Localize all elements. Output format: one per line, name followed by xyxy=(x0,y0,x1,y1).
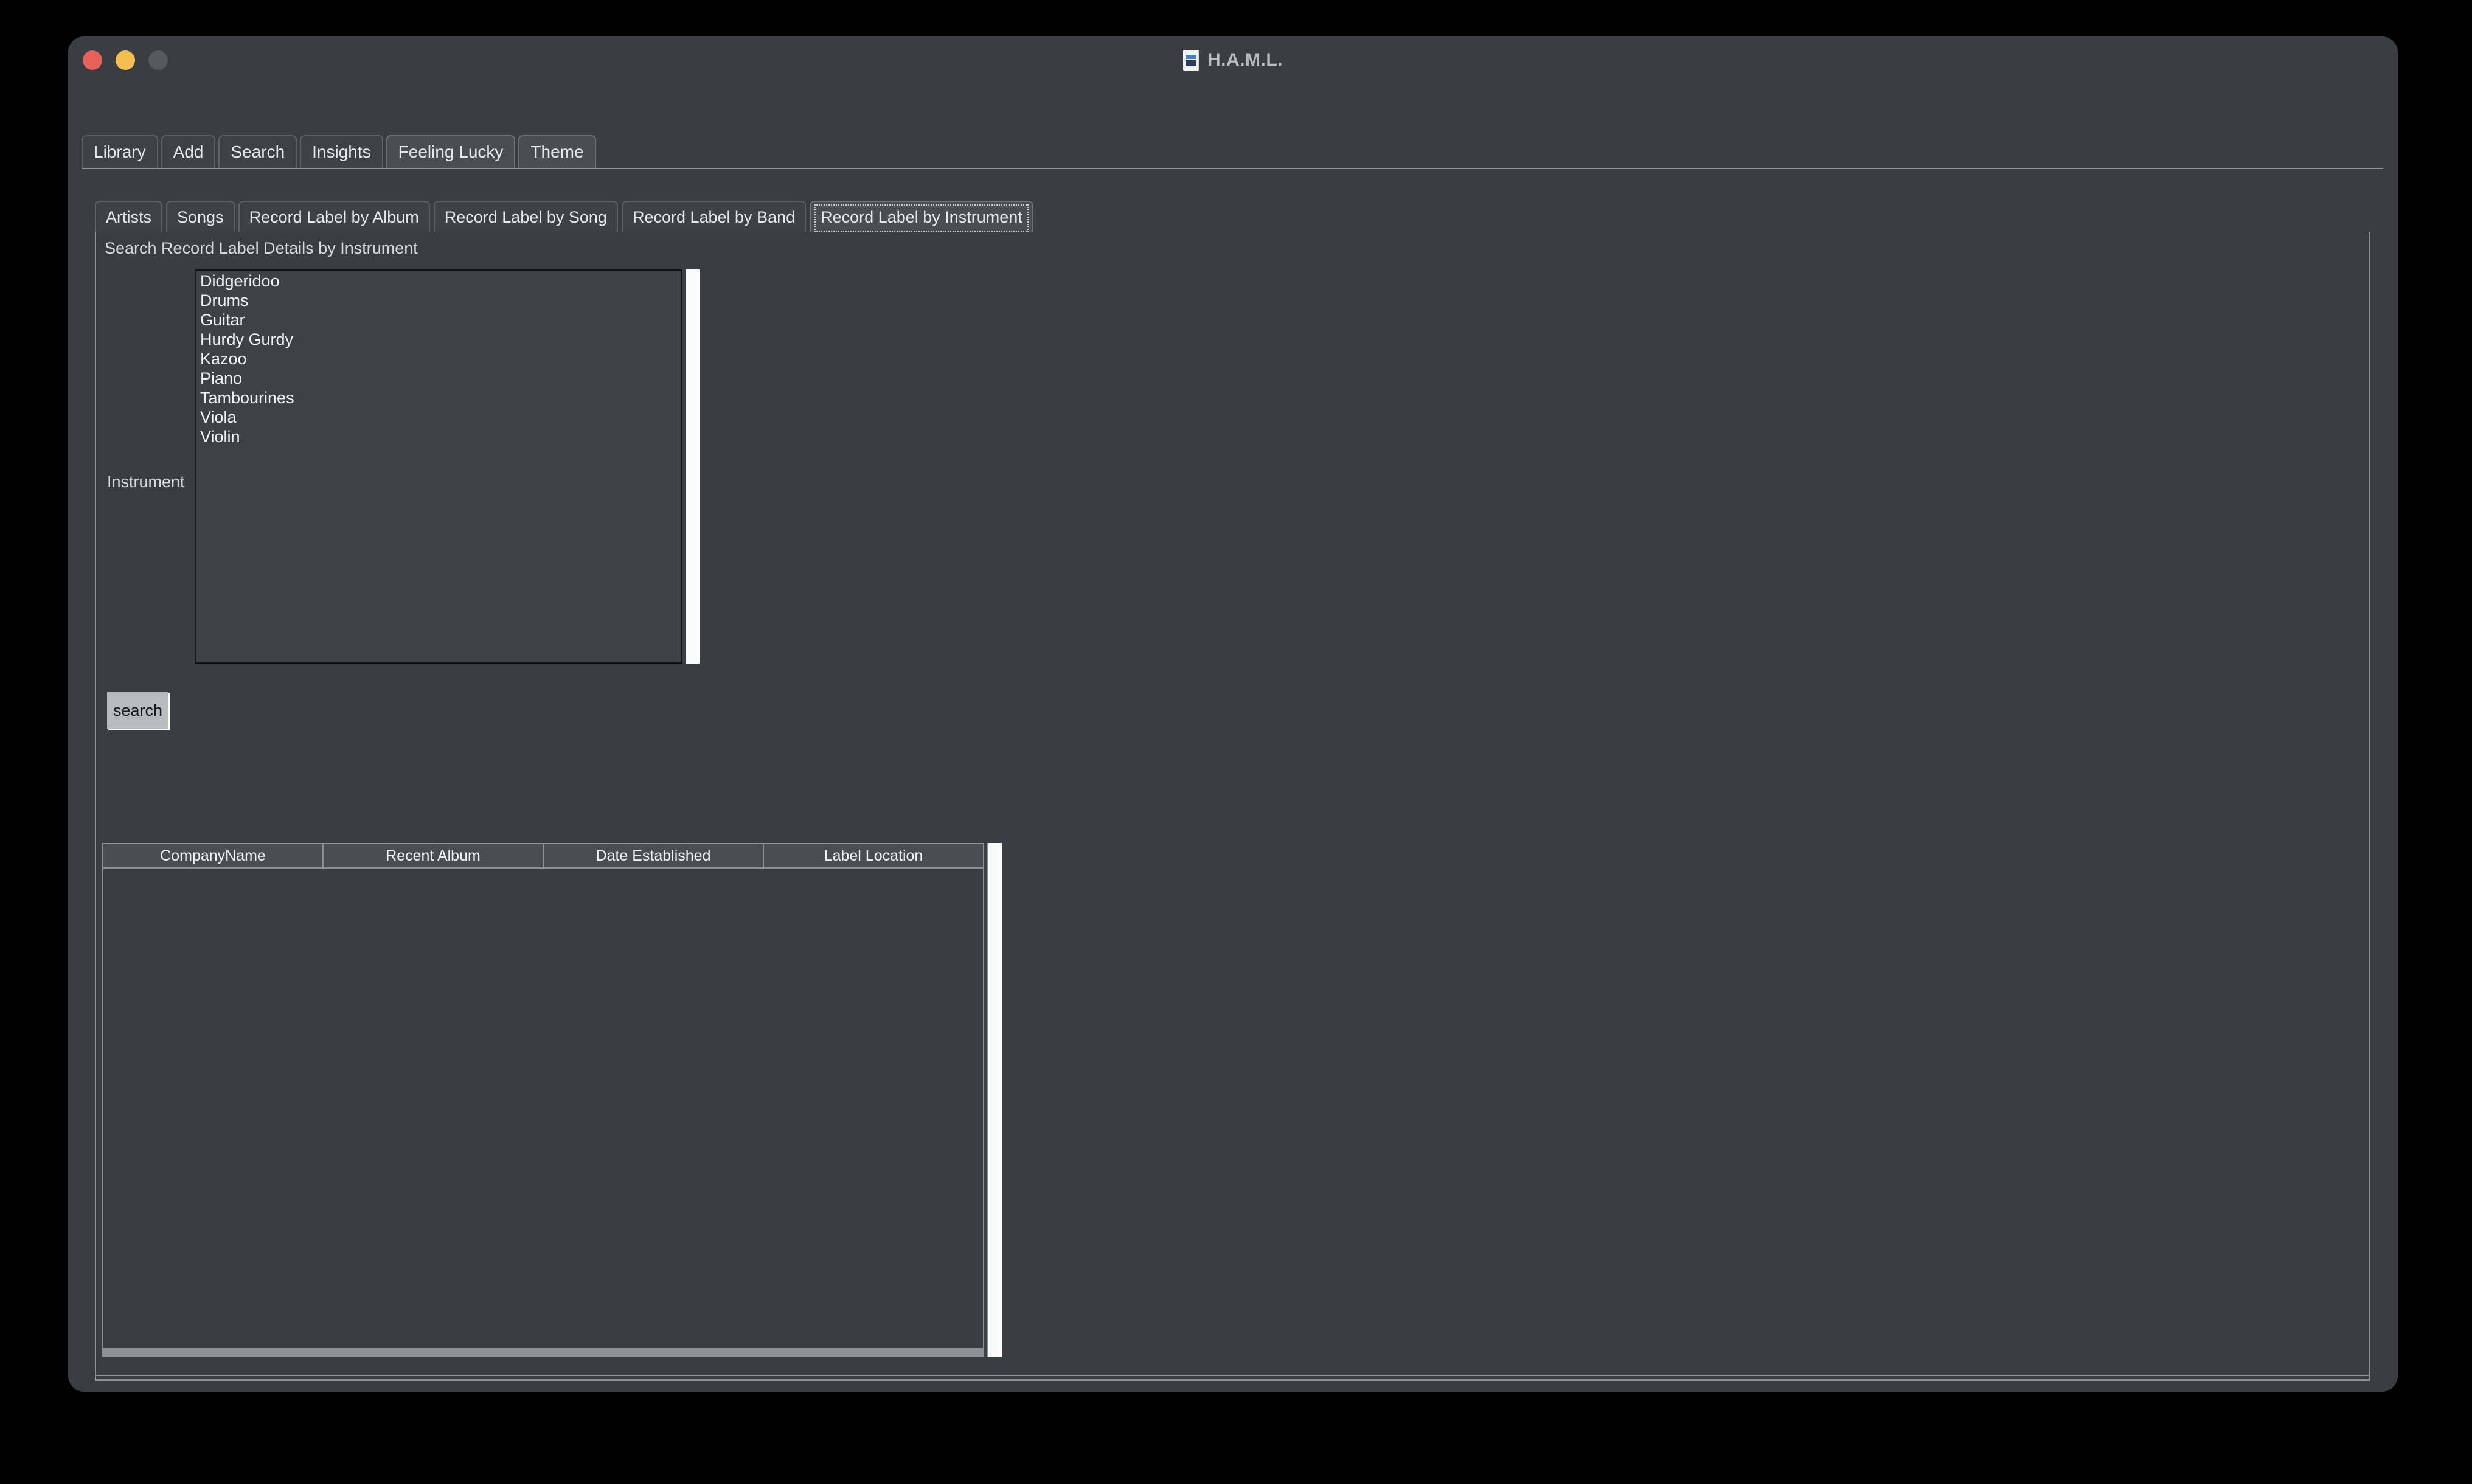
search-button[interactable]: search xyxy=(107,692,169,729)
tab-search-label: Search xyxy=(231,142,285,161)
minimize-window-button[interactable] xyxy=(116,50,135,70)
subtab-record-label-by-band-label: Record Label by Band xyxy=(632,207,796,226)
instrument-listbox-scrollbar[interactable] xyxy=(686,269,700,664)
window-title-group: H.A.M.L. xyxy=(68,36,2398,84)
column-header-companyname[interactable]: CompanyName xyxy=(103,844,324,867)
tab-search[interactable]: Search xyxy=(218,135,297,168)
list-item[interactable]: Viola xyxy=(196,407,681,427)
maximize-window-button[interactable] xyxy=(148,50,168,70)
instrument-listbox[interactable]: Didgeridoo Drums Guitar Hurdy Gurdy Kazo… xyxy=(195,269,682,664)
window-titlebar: H.A.M.L. xyxy=(68,36,2398,85)
list-item[interactable]: Kazoo xyxy=(196,349,681,369)
window-controls xyxy=(83,50,168,70)
list-item[interactable]: Drums xyxy=(196,291,681,310)
search-button-label: search xyxy=(113,701,163,719)
column-header-label-location[interactable]: Label Location xyxy=(764,844,983,867)
tab-add-label: Add xyxy=(173,142,204,161)
search-form-area: Instrument Didgeridoo Drums Guitar Hurdy… xyxy=(100,266,2365,801)
tab-library[interactable]: Library xyxy=(82,135,158,168)
subtab-songs[interactable]: Songs xyxy=(166,201,235,232)
scrollbar-thumb[interactable] xyxy=(988,843,1002,1357)
tab-feeling-lucky-label: Feeling Lucky xyxy=(398,142,504,161)
list-item[interactable]: Hurdy Gurdy xyxy=(196,330,681,349)
primary-tabbar: Library Add Search Insights Feeling Luck… xyxy=(82,133,2383,169)
tab-theme[interactable]: Theme xyxy=(518,135,596,168)
tab-insights[interactable]: Insights xyxy=(300,135,383,168)
desktop-background: H.A.M.L. Library Add Search Insights Fee… xyxy=(0,0,2472,1484)
subtab-artists[interactable]: Artists xyxy=(95,201,163,232)
tab-add[interactable]: Add xyxy=(161,135,216,168)
subtab-songs-label: Songs xyxy=(177,207,224,226)
document-icon xyxy=(1183,50,1199,71)
list-item[interactable]: Piano xyxy=(196,369,681,388)
results-horizontal-scrollbar[interactable] xyxy=(103,1348,983,1356)
instrument-field-label: Instrument xyxy=(107,473,185,491)
list-item[interactable]: Violin xyxy=(196,427,681,446)
subtab-record-label-by-song[interactable]: Record Label by Song xyxy=(433,201,618,232)
secondary-tabbar: Artists Songs Record Label by Album Reco… xyxy=(95,198,2370,234)
tab-theme-label: Theme xyxy=(530,142,584,161)
subtab-record-label-by-album-label: Record Label by Album xyxy=(249,207,419,226)
list-item[interactable]: Guitar xyxy=(196,310,681,330)
window-client-area: Library Add Search Insights Feeling Luck… xyxy=(68,84,2398,1392)
subtab-record-label-by-album[interactable]: Record Label by Album xyxy=(238,201,430,232)
results-table: CompanyName Recent Album Date Establishe… xyxy=(102,843,984,1357)
list-item[interactable]: Tambourines xyxy=(196,388,681,407)
panel-heading: Search Record Label Details by Instrumen… xyxy=(105,239,418,257)
column-header-date-established[interactable]: Date Established xyxy=(544,844,764,867)
results-area: CompanyName Recent Album Date Establishe… xyxy=(102,843,1007,1371)
tab-insights-label: Insights xyxy=(312,142,371,161)
subtab-record-label-by-band[interactable]: Record Label by Band xyxy=(621,201,807,232)
results-table-body xyxy=(103,869,983,1356)
close-window-button[interactable] xyxy=(83,50,102,70)
scrollbar-thumb[interactable] xyxy=(686,269,700,664)
tab-content-panel: Search Record Label Details by Instrumen… xyxy=(95,232,2370,1381)
tab-library-label: Library xyxy=(94,142,146,161)
subtab-record-label-by-song-label: Record Label by Song xyxy=(444,207,607,226)
column-header-recent-album[interactable]: Recent Album xyxy=(324,844,544,867)
application-window: H.A.M.L. Library Add Search Insights Fee… xyxy=(68,36,2398,1392)
results-vertical-scrollbar[interactable] xyxy=(987,843,1002,1357)
window-title: H.A.M.L. xyxy=(1207,50,1283,70)
subtab-record-label-by-instrument-label: Record Label by Instrument xyxy=(821,207,1022,226)
panel-bottom-divider xyxy=(96,1375,2369,1376)
results-table-header: CompanyName Recent Album Date Establishe… xyxy=(103,844,983,869)
subtab-record-label-by-instrument[interactable]: Record Label by Instrument xyxy=(810,201,1033,232)
tab-feeling-lucky[interactable]: Feeling Lucky xyxy=(386,135,516,168)
subtab-artists-label: Artists xyxy=(106,207,152,226)
instrument-listbox-wrapper: Didgeridoo Drums Guitar Hurdy Gurdy Kazo… xyxy=(195,269,706,664)
list-item[interactable]: Didgeridoo xyxy=(196,271,681,291)
